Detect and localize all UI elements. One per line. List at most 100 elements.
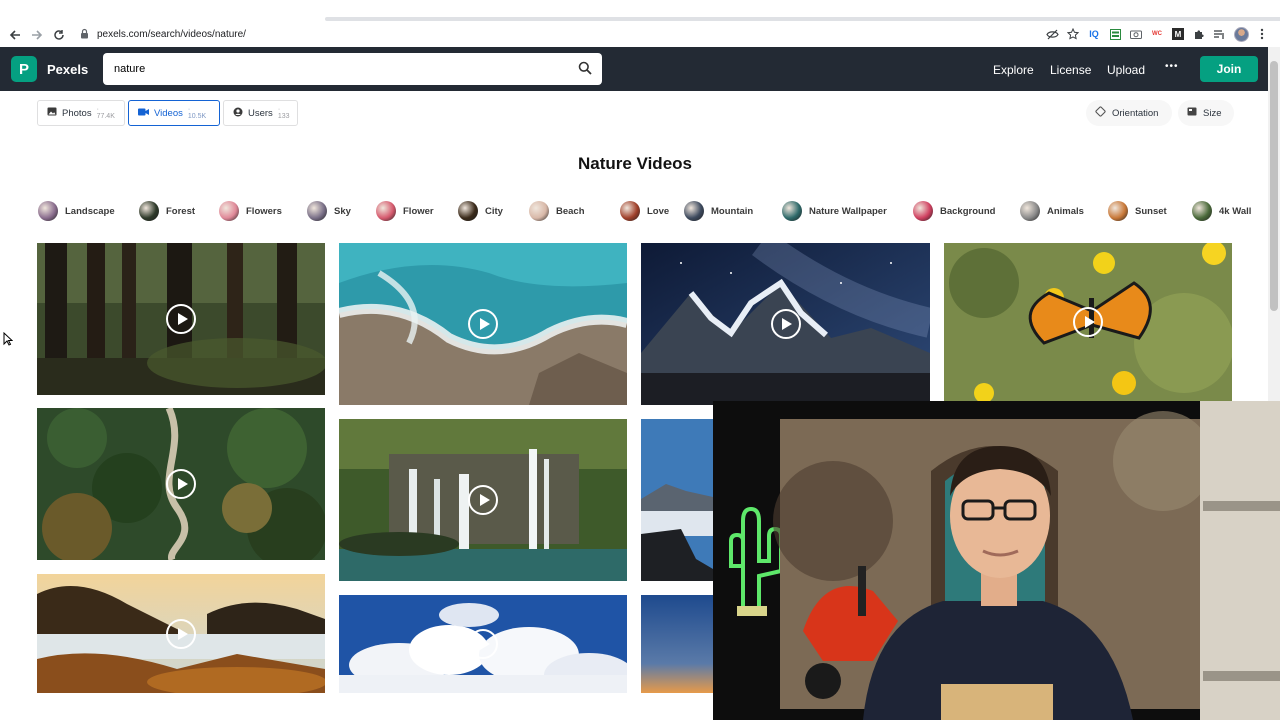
brand-name[interactable]: Pexels — [47, 62, 88, 77]
tab-videos-count: · 10.5K — [187, 106, 207, 120]
chip-4k-wall[interactable]: 4k Wall — [1192, 199, 1251, 223]
video-card[interactable] — [641, 243, 930, 405]
eye-off-icon[interactable] — [1044, 25, 1060, 43]
chip-forest[interactable]: Forest — [139, 199, 195, 223]
chip-label: Flower — [403, 205, 434, 217]
chip-love[interactable]: Love — [620, 199, 669, 223]
camera-icon[interactable] — [1128, 25, 1144, 43]
iq-icon[interactable]: IQ — [1086, 25, 1102, 43]
sheet-icon[interactable] — [1107, 25, 1123, 43]
tab-strip — [0, 0, 1280, 22]
reload-icon[interactable] — [48, 24, 70, 46]
play-icon[interactable] — [468, 629, 498, 659]
chip-nature-wallpaper[interactable]: Nature Wallpaper — [782, 199, 887, 223]
scroll-thumb[interactable] — [1270, 61, 1278, 311]
chip-animals[interactable]: Animals — [1020, 199, 1084, 223]
tab-photos[interactable]: Photos · 77.4K — [37, 100, 125, 126]
site-header: P Pexels Explore License Upload ••• Join — [0, 47, 1280, 91]
wc-icon[interactable]: WC — [1149, 25, 1165, 43]
orientation-filter[interactable]: Orientation — [1086, 100, 1172, 126]
profile-avatar[interactable] — [1233, 25, 1249, 43]
chip-thumbnail — [1108, 201, 1128, 221]
puzzle-icon[interactable] — [1191, 25, 1207, 43]
video-card[interactable] — [641, 595, 713, 693]
play-icon[interactable] — [770, 309, 801, 339]
forward-icon[interactable] — [26, 24, 48, 46]
video-icon — [138, 108, 149, 119]
size-filter[interactable]: Size — [1178, 100, 1234, 126]
join-button[interactable]: Join — [1200, 56, 1258, 82]
chip-sunset[interactable]: Sunset — [1108, 199, 1167, 223]
chip-flowers[interactable]: Flowers — [219, 199, 282, 223]
nav-license[interactable]: License — [1050, 63, 1091, 77]
chip-thumbnail — [1192, 201, 1212, 221]
chip-sky[interactable]: Sky — [307, 199, 351, 223]
chip-label: Flowers — [246, 205, 282, 217]
chip-mountain[interactable]: Mountain — [684, 199, 753, 223]
photo-icon — [47, 107, 57, 119]
chip-thumbnail — [376, 201, 396, 221]
tab-videos-label: Videos — [154, 107, 183, 119]
menu-icon[interactable] — [1254, 25, 1270, 43]
tab-videos[interactable]: Videos · 10.5K — [128, 100, 220, 126]
chip-label: Nature Wallpaper — [809, 205, 887, 217]
chip-label: Beach — [556, 205, 585, 217]
presenter-webcam — [713, 401, 1280, 720]
play-icon[interactable] — [1073, 307, 1103, 337]
orientation-icon — [1095, 106, 1106, 120]
chip-thumbnail — [307, 201, 327, 221]
playlist-icon[interactable] — [1212, 25, 1228, 43]
chip-city[interactable]: City — [458, 199, 503, 223]
star-icon[interactable] — [1065, 25, 1081, 43]
play-icon[interactable] — [166, 618, 196, 649]
chip-thumbnail — [620, 201, 640, 221]
more-menu-icon[interactable]: ••• — [1165, 61, 1179, 72]
size-icon — [1187, 107, 1197, 119]
m-icon[interactable]: M — [1170, 25, 1186, 43]
chip-label: Animals — [1047, 205, 1084, 217]
video-card[interactable] — [339, 243, 627, 405]
video-card[interactable] — [37, 408, 325, 560]
chip-label: Love — [647, 205, 670, 217]
mountain-clouds-thumbnail — [641, 419, 713, 581]
mouse-cursor-icon — [3, 331, 14, 351]
chip-flower[interactable]: Flower — [376, 199, 434, 223]
user-icon — [233, 107, 243, 120]
orientation-label: Orientation — [1112, 107, 1159, 119]
search-bar[interactable] — [103, 53, 602, 85]
play-icon[interactable] — [468, 309, 498, 339]
chip-landscape[interactable]: Landscape — [38, 199, 115, 223]
tab-users-label: Users — [248, 107, 273, 119]
lock-icon[interactable] — [80, 28, 89, 42]
video-card[interactable] — [944, 243, 1232, 401]
url-text[interactable]: pexels.com/search/videos/nature/ — [97, 29, 246, 40]
chip-label: Mountain — [711, 205, 754, 217]
chip-thumbnail — [913, 201, 933, 221]
video-card[interactable] — [641, 419, 713, 581]
nav-explore[interactable]: Explore — [993, 63, 1034, 77]
tab-users[interactable]: Users · 133 — [223, 100, 298, 126]
play-icon[interactable] — [468, 485, 498, 515]
chip-label: 4k Wall — [1219, 205, 1252, 217]
chip-background[interactable]: Background — [913, 199, 995, 223]
chip-thumbnail — [684, 201, 704, 221]
size-label: Size — [1203, 107, 1222, 119]
video-card[interactable] — [37, 243, 325, 395]
video-card[interactable] — [37, 574, 325, 693]
chip-beach[interactable]: Beach — [529, 199, 585, 223]
chip-thumbnail — [782, 201, 802, 221]
video-card[interactable] — [339, 419, 627, 581]
search-icon[interactable] — [578, 61, 592, 78]
pexels-logo[interactable]: P — [11, 56, 37, 82]
video-card[interactable] — [339, 595, 627, 693]
chip-thumbnail — [1020, 201, 1040, 221]
tab-photos-count: · 77.4K — [96, 106, 115, 120]
play-icon[interactable] — [166, 304, 196, 334]
back-icon[interactable] — [4, 24, 26, 46]
search-input[interactable] — [114, 63, 554, 75]
play-icon[interactable] — [166, 469, 196, 499]
chip-label: Forest — [166, 205, 196, 217]
nav-upload[interactable]: Upload — [1107, 63, 1145, 77]
chip-label: Sky — [334, 205, 351, 217]
chip-label: City — [485, 205, 503, 217]
